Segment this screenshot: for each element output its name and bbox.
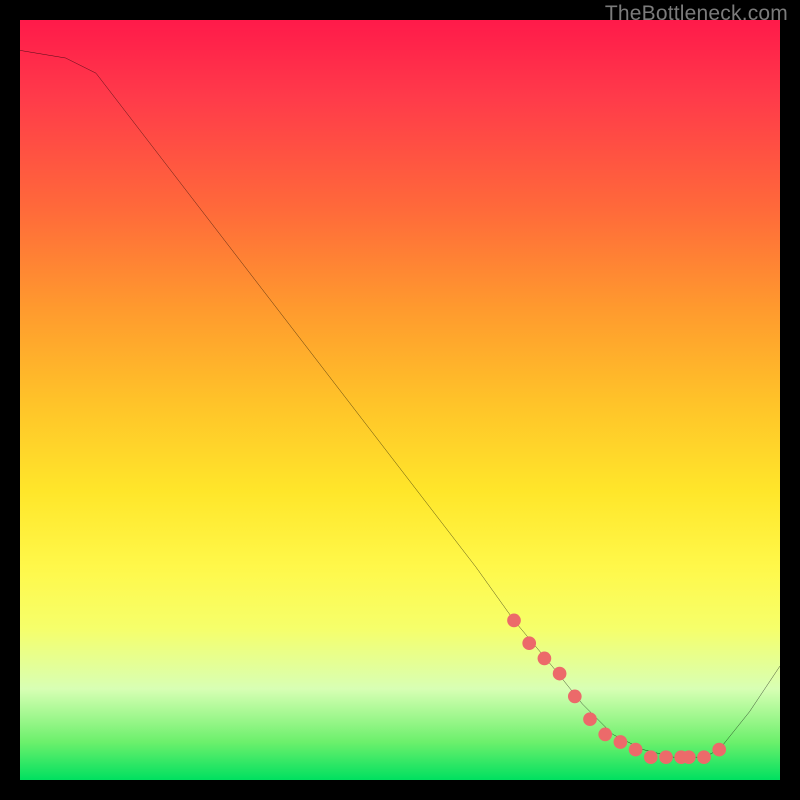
marker-dot (659, 750, 673, 764)
marker-dot (538, 652, 552, 666)
markers-group (507, 614, 726, 764)
marker-dot (598, 728, 612, 742)
marker-dot (697, 750, 711, 764)
marker-dot (712, 743, 726, 757)
marker-dot (644, 750, 658, 764)
curve-path (20, 50, 780, 757)
marker-dot (553, 667, 567, 681)
marker-dot (568, 690, 582, 704)
marker-dot (629, 743, 643, 757)
line-chart (20, 20, 780, 780)
chart-frame: TheBottleneck.com (0, 0, 800, 800)
plot-area (20, 20, 780, 780)
marker-dot (522, 636, 536, 650)
marker-dot (614, 735, 628, 749)
watermark-text: TheBottleneck.com (605, 2, 788, 26)
marker-dot (507, 614, 521, 628)
marker-dot (682, 750, 696, 764)
marker-dot (583, 712, 597, 726)
